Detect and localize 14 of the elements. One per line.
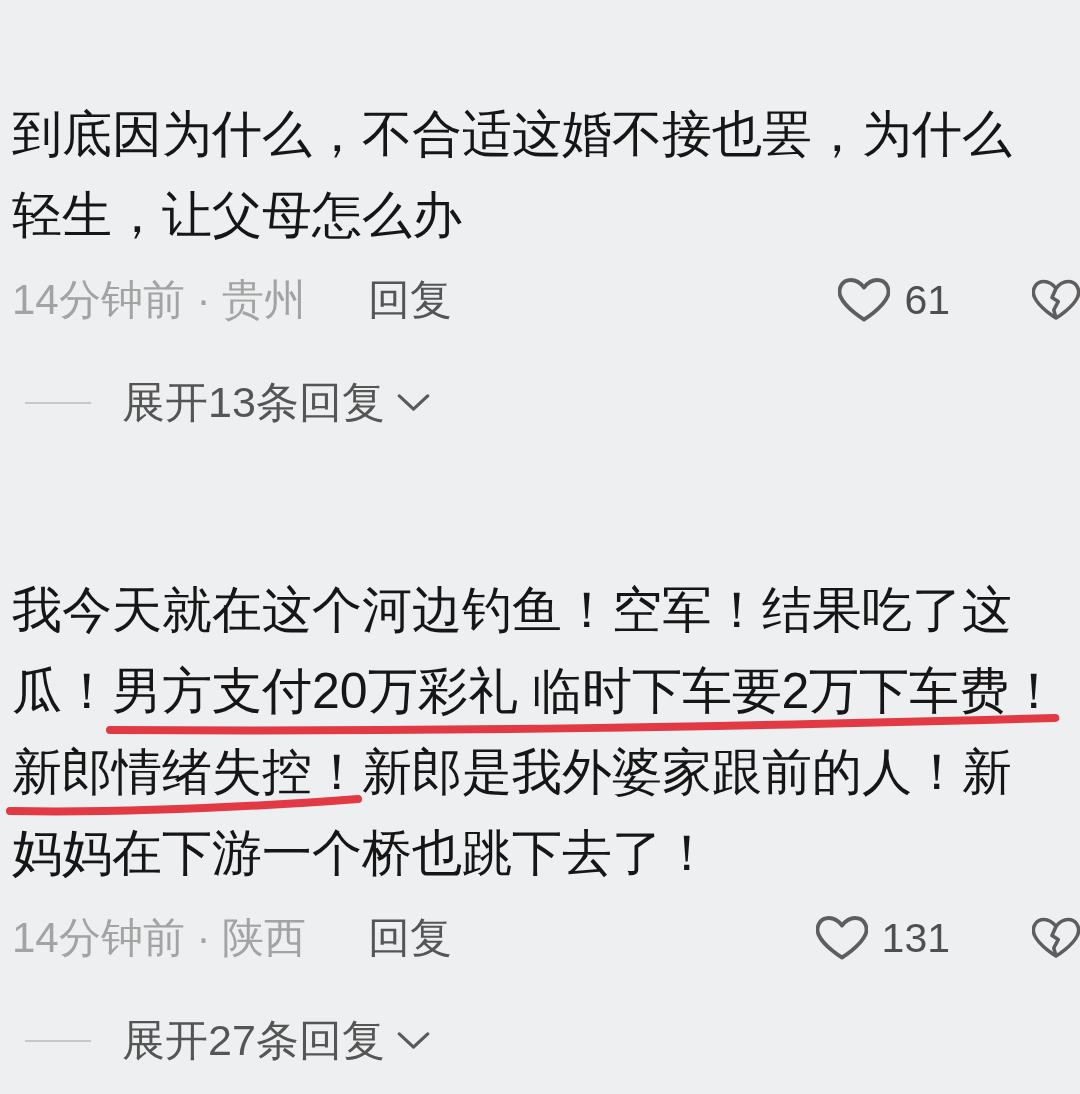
comment-text: 到底因为什么，不合适这婚不接也罢，为什么 轻生，让父母怎么办 bbox=[12, 105, 1012, 245]
chevron-down-icon bbox=[396, 394, 430, 412]
like-button[interactable]: 131 bbox=[815, 914, 950, 962]
comment-text: 我今天就在这个河边钓鱼！空军！结果吃了这 瓜！男方支付20万彩礼 临时下车要2万下车费！ 新郎情绪失控！新郎是我外婆家跟前的人！新 妈妈在下游一个桥也跳下去了！ bbox=[12, 581, 1060, 883]
expand-replies-link[interactable]: 展开27条回复 bbox=[122, 1012, 430, 1070]
reply-button[interactable]: 回复 bbox=[368, 272, 453, 328]
expand-replies-link[interactable]: 展开13条回复 bbox=[122, 374, 430, 432]
reply-button[interactable]: 回复 bbox=[368, 910, 453, 966]
like-button[interactable]: 61 bbox=[838, 276, 950, 324]
post-time-location: 14分钟前 · 贵州 bbox=[12, 275, 307, 325]
broken-heart-icon[interactable] bbox=[1032, 279, 1080, 321]
chevron-down-icon bbox=[396, 1032, 430, 1050]
post-time-location: 14分钟前 · 陕西 bbox=[12, 913, 307, 963]
broken-heart-icon[interactable] bbox=[1032, 917, 1080, 959]
